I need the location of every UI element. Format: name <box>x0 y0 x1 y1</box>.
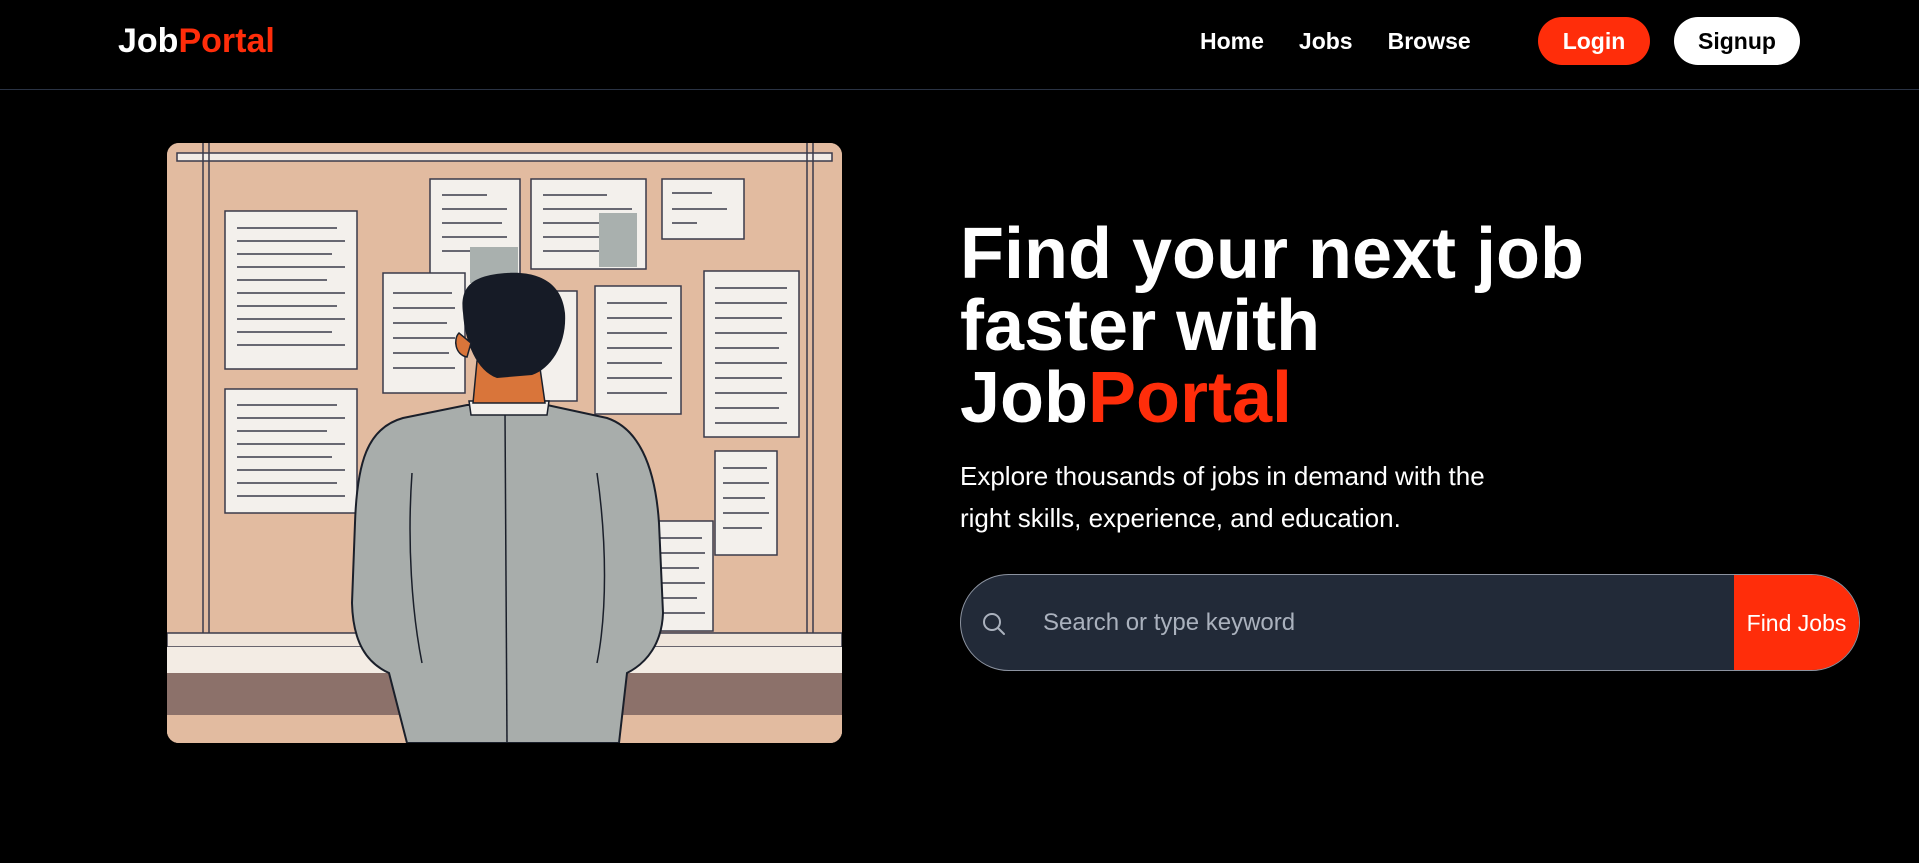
hero-illustration <box>167 143 842 743</box>
login-button[interactable]: Login <box>1538 17 1650 65</box>
signup-button[interactable]: Signup <box>1674 17 1800 65</box>
hero-subtitle-line1: Explore thousands of jobs in demand with… <box>960 461 1485 491</box>
hero-title-line2: faster with <box>960 286 1321 366</box>
logo-text-job: Job <box>118 22 179 60</box>
nav-links: Home Jobs Browse <box>1200 28 1471 55</box>
hero-subtitle-line2: right skills, experience, and education. <box>960 503 1401 533</box>
job-search-bar: Find Jobs <box>960 574 1860 671</box>
navbar: JobPortal Home Jobs Browse Login Signup <box>0 0 1919 90</box>
hero-title-line1: Find your next job <box>960 214 1584 294</box>
site-logo[interactable]: JobPortal <box>118 22 275 61</box>
nav-link-browse[interactable]: Browse <box>1388 28 1471 55</box>
nav-link-home[interactable]: Home <box>1200 28 1264 55</box>
logo-text-portal: Portal <box>178 22 275 60</box>
search-input[interactable] <box>1043 575 1683 670</box>
nav-link-jobs[interactable]: Jobs <box>1299 28 1353 55</box>
hero-subtitle: Explore thousands of jobs in demand with… <box>960 455 1560 539</box>
hero-title-brand-job: Job <box>960 358 1089 438</box>
hero-title-brand-portal: Portal <box>1088 358 1293 438</box>
hero-title: Find your next job faster with JobPortal <box>960 218 1720 434</box>
find-jobs-button[interactable]: Find Jobs <box>1734 575 1859 670</box>
search-icon <box>983 613 1005 635</box>
